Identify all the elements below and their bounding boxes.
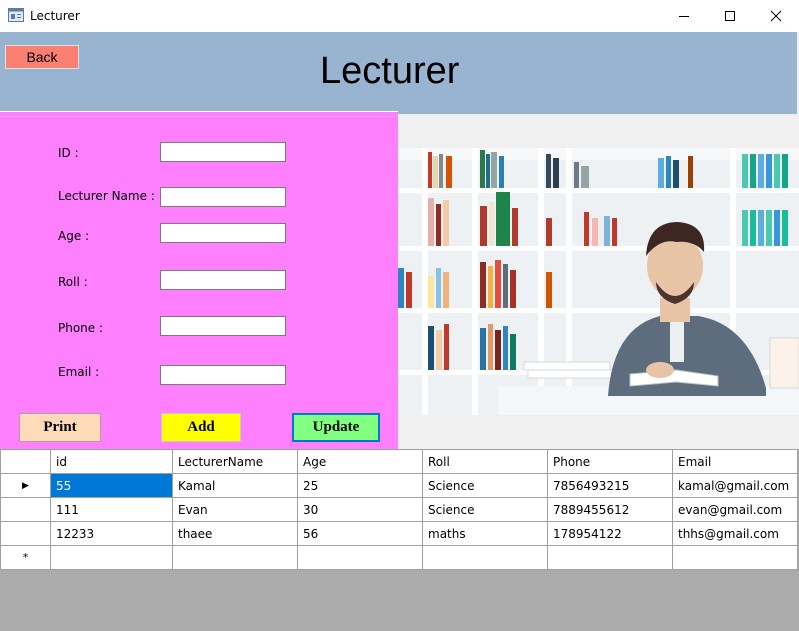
- roll-field[interactable]: [160, 270, 286, 290]
- lecturer-grid[interactable]: id LecturerName Age Roll Phone Email ▶ 5…: [0, 449, 799, 631]
- roll-label: Roll :: [58, 275, 88, 289]
- table-cell[interactable]: [172, 545, 298, 570]
- table-cell[interactable]: maths: [422, 521, 548, 546]
- current-row-indicator-icon[interactable]: ▶: [0, 473, 51, 498]
- age-field[interactable]: [160, 223, 286, 243]
- table-cell[interactable]: thaee: [172, 521, 298, 546]
- new-row-indicator-icon[interactable]: *: [0, 545, 51, 570]
- app-icon: [8, 8, 24, 22]
- table-cell[interactable]: [297, 545, 423, 570]
- table-cell[interactable]: [50, 545, 173, 570]
- window-title: Lecturer: [30, 9, 80, 23]
- page-title: Lecturer: [320, 50, 460, 92]
- email-label: Email :: [58, 365, 100, 379]
- table-cell[interactable]: 55: [50, 473, 173, 498]
- add-button[interactable]: Add: [161, 413, 241, 442]
- table-cell[interactable]: evan@gmail.com: [672, 497, 798, 522]
- table-cell[interactable]: 25: [297, 473, 423, 498]
- minimize-icon: [679, 16, 689, 17]
- id-label: ID :: [58, 146, 79, 160]
- table-cell[interactable]: Kamal: [172, 473, 298, 498]
- table-cell[interactable]: kamal@gmail.com: [672, 473, 798, 498]
- lecturer-name-label: Lecturer Name :: [58, 189, 155, 203]
- panel-divider: [0, 116, 398, 117]
- table-row[interactable]: 12233 thaee 56 maths 178954122 thhs@gmai…: [0, 521, 798, 546]
- new-row[interactable]: *: [0, 545, 798, 570]
- phone-label: Phone :: [58, 321, 104, 335]
- column-header-lecturer-name[interactable]: LecturerName: [172, 449, 298, 474]
- table-cell[interactable]: 178954122: [547, 521, 673, 546]
- minimize-button[interactable]: [661, 0, 707, 32]
- header-panel: Back Lecturer: [0, 32, 797, 114]
- table-header-row: id LecturerName Age Roll Phone Email: [0, 449, 798, 474]
- update-button[interactable]: Update: [292, 413, 380, 442]
- window-titlebar: Lecturer: [0, 0, 799, 32]
- library-image: [398, 148, 799, 415]
- table-cell[interactable]: [422, 545, 548, 570]
- phone-field[interactable]: [160, 316, 286, 336]
- print-button[interactable]: Print: [19, 413, 101, 442]
- column-header-email[interactable]: Email: [672, 449, 798, 474]
- table-cell[interactable]: 7889455612: [547, 497, 673, 522]
- column-header-age[interactable]: Age: [297, 449, 423, 474]
- library-photo: [398, 148, 799, 415]
- table-cell[interactable]: [547, 545, 673, 570]
- table-cell[interactable]: 12233: [50, 521, 173, 546]
- maximize-button[interactable]: [707, 0, 753, 32]
- table-cell[interactable]: thhs@gmail.com: [672, 521, 798, 546]
- lecturer-name-field[interactable]: [160, 187, 286, 207]
- column-header-roll[interactable]: Roll: [422, 449, 548, 474]
- table-cell[interactable]: Evan: [172, 497, 298, 522]
- table-cell[interactable]: 111: [50, 497, 173, 522]
- maximize-icon: [725, 11, 735, 21]
- table-cell[interactable]: Science: [422, 497, 548, 522]
- table-cell[interactable]: 30: [297, 497, 423, 522]
- table-cell[interactable]: Science: [422, 473, 548, 498]
- table-cell[interactable]: [672, 545, 798, 570]
- close-button[interactable]: [753, 0, 799, 32]
- row-header[interactable]: [0, 521, 51, 546]
- lecturer-form: ID : Lecturer Name : Age : Roll : Phone …: [0, 111, 398, 450]
- lecturer-table: id LecturerName Age Roll Phone Email ▶ 5…: [0, 449, 798, 570]
- table-cell[interactable]: 7856493215: [547, 473, 673, 498]
- column-header-id[interactable]: id: [50, 449, 173, 474]
- close-icon: [770, 10, 782, 22]
- email-field[interactable]: [160, 365, 286, 385]
- id-field[interactable]: [160, 142, 286, 162]
- back-button[interactable]: Back: [5, 45, 79, 69]
- age-label: Age :: [58, 229, 90, 243]
- table-row[interactable]: 111 Evan 30 Science 7889455612 evan@gmai…: [0, 497, 798, 522]
- table-row[interactable]: ▶ 55 Kamal 25 Science 7856493215 kamal@g…: [0, 473, 798, 498]
- row-header[interactable]: [0, 497, 51, 522]
- column-header-phone[interactable]: Phone: [547, 449, 673, 474]
- table-cell[interactable]: 56: [297, 521, 423, 546]
- row-header-corner: [0, 449, 51, 474]
